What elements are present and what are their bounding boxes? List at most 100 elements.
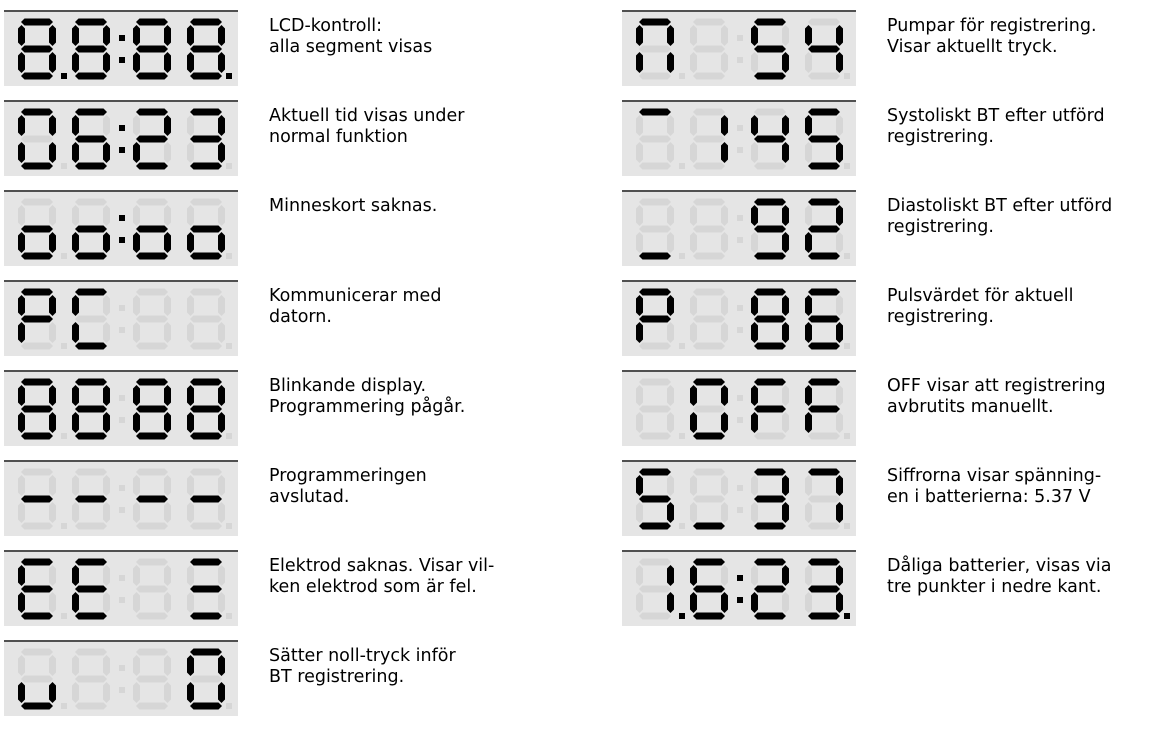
- segment-g: [693, 585, 725, 593]
- segment-c: [667, 142, 674, 163]
- segment-b: [667, 475, 674, 496]
- segment-e: [690, 232, 697, 253]
- segment-c: [667, 52, 674, 73]
- colon-dot: [737, 35, 743, 41]
- segment-g: [639, 135, 671, 143]
- lcd-digit-1: [18, 108, 56, 170]
- lcd-description: Pumpar för registrering. Visar aktuellt …: [887, 16, 1097, 57]
- segment-g: [136, 675, 168, 683]
- segment-d: [190, 252, 222, 260]
- segment-g: [754, 405, 786, 413]
- segment-g: [639, 45, 671, 53]
- segment-e: [751, 232, 758, 253]
- segment-e: [805, 502, 812, 523]
- segment-a: [808, 198, 840, 206]
- lcd-digit-2: [690, 558, 728, 620]
- segment-f: [133, 115, 140, 136]
- lcd-digit-3: [133, 18, 171, 80]
- segment-e: [133, 592, 140, 613]
- segment-a: [21, 198, 53, 206]
- segment-b: [164, 385, 171, 406]
- segment-e: [636, 52, 643, 73]
- segment-a: [136, 648, 168, 656]
- segment-d: [75, 252, 107, 260]
- lcd-panel: [622, 190, 856, 266]
- segment-f: [187, 385, 194, 406]
- segment-e: [805, 592, 812, 613]
- decimal-point: [844, 73, 850, 79]
- lcd-digit-2: [72, 18, 110, 80]
- segment-a: [808, 108, 840, 116]
- decimal-point: [679, 343, 685, 349]
- segment-f: [751, 475, 758, 496]
- lcd-digit-4: [805, 378, 843, 440]
- decimal-point: [61, 73, 67, 79]
- colon-dot: [737, 237, 743, 243]
- segment-c: [782, 232, 789, 253]
- lcd-digit-2: [72, 198, 110, 260]
- segment-b: [103, 385, 110, 406]
- segment-d: [693, 432, 725, 440]
- segment-c: [164, 322, 171, 343]
- segment-a: [754, 378, 786, 386]
- segment-b: [782, 295, 789, 316]
- segment-f: [805, 25, 812, 46]
- segment-f: [751, 205, 758, 226]
- segment-d: [190, 702, 222, 710]
- segment-d: [693, 72, 725, 80]
- lcd-display: [18, 108, 232, 170]
- lcd-digit-1: [636, 378, 674, 440]
- segment-d: [21, 252, 53, 260]
- segment-c: [49, 52, 56, 73]
- segment-f: [751, 25, 758, 46]
- lcd-description: Siffrorna visar spänning- en i batterier…: [887, 466, 1102, 507]
- segment-d: [21, 522, 53, 530]
- segment-g: [75, 675, 107, 683]
- segment-b: [721, 205, 728, 226]
- segment-a: [808, 18, 840, 26]
- segment-g: [754, 585, 786, 593]
- lcd-description: Dåliga batterier, visas via tre punkter …: [887, 556, 1112, 597]
- segment-g: [21, 675, 53, 683]
- segment-e: [72, 52, 79, 73]
- segment-f: [18, 385, 25, 406]
- segment-f: [751, 115, 758, 136]
- lcd-digit-3: [751, 108, 789, 170]
- segment-d: [808, 432, 840, 440]
- segment-g: [136, 225, 168, 233]
- segment-e: [187, 142, 194, 163]
- segment-c: [721, 412, 728, 433]
- segment-g: [75, 135, 107, 143]
- segment-e: [72, 502, 79, 523]
- segment-d: [808, 522, 840, 530]
- segment-g: [21, 585, 53, 593]
- segment-b: [103, 475, 110, 496]
- segment-c: [836, 322, 843, 343]
- lcd-digit-3: [133, 558, 171, 620]
- lcd-digit-3: [133, 468, 171, 530]
- segment-a: [693, 18, 725, 26]
- segment-a: [75, 648, 107, 656]
- segment-c: [49, 412, 56, 433]
- segment-d: [136, 342, 168, 350]
- decimal-point: [61, 433, 67, 439]
- segment-b: [49, 475, 56, 496]
- segment-a: [21, 288, 53, 296]
- lcd-digit-4: [187, 18, 225, 80]
- lcd-digit-1: [636, 468, 674, 530]
- lcd-description: Aktuell tid visas under normal funktion: [269, 106, 465, 147]
- segment-a: [190, 378, 222, 386]
- decimal-point: [226, 613, 232, 619]
- segment-e: [187, 592, 194, 613]
- segment-a: [190, 198, 222, 206]
- segment-d: [136, 432, 168, 440]
- lcd-panel: [4, 550, 238, 626]
- lcd-digit-4: [187, 648, 225, 710]
- lcd-digit-1: [636, 288, 674, 350]
- segment-a: [639, 378, 671, 386]
- segment-f: [636, 205, 643, 226]
- segment-e: [133, 232, 140, 253]
- segment-d: [136, 612, 168, 620]
- segment-a: [808, 288, 840, 296]
- segment-f: [805, 115, 812, 136]
